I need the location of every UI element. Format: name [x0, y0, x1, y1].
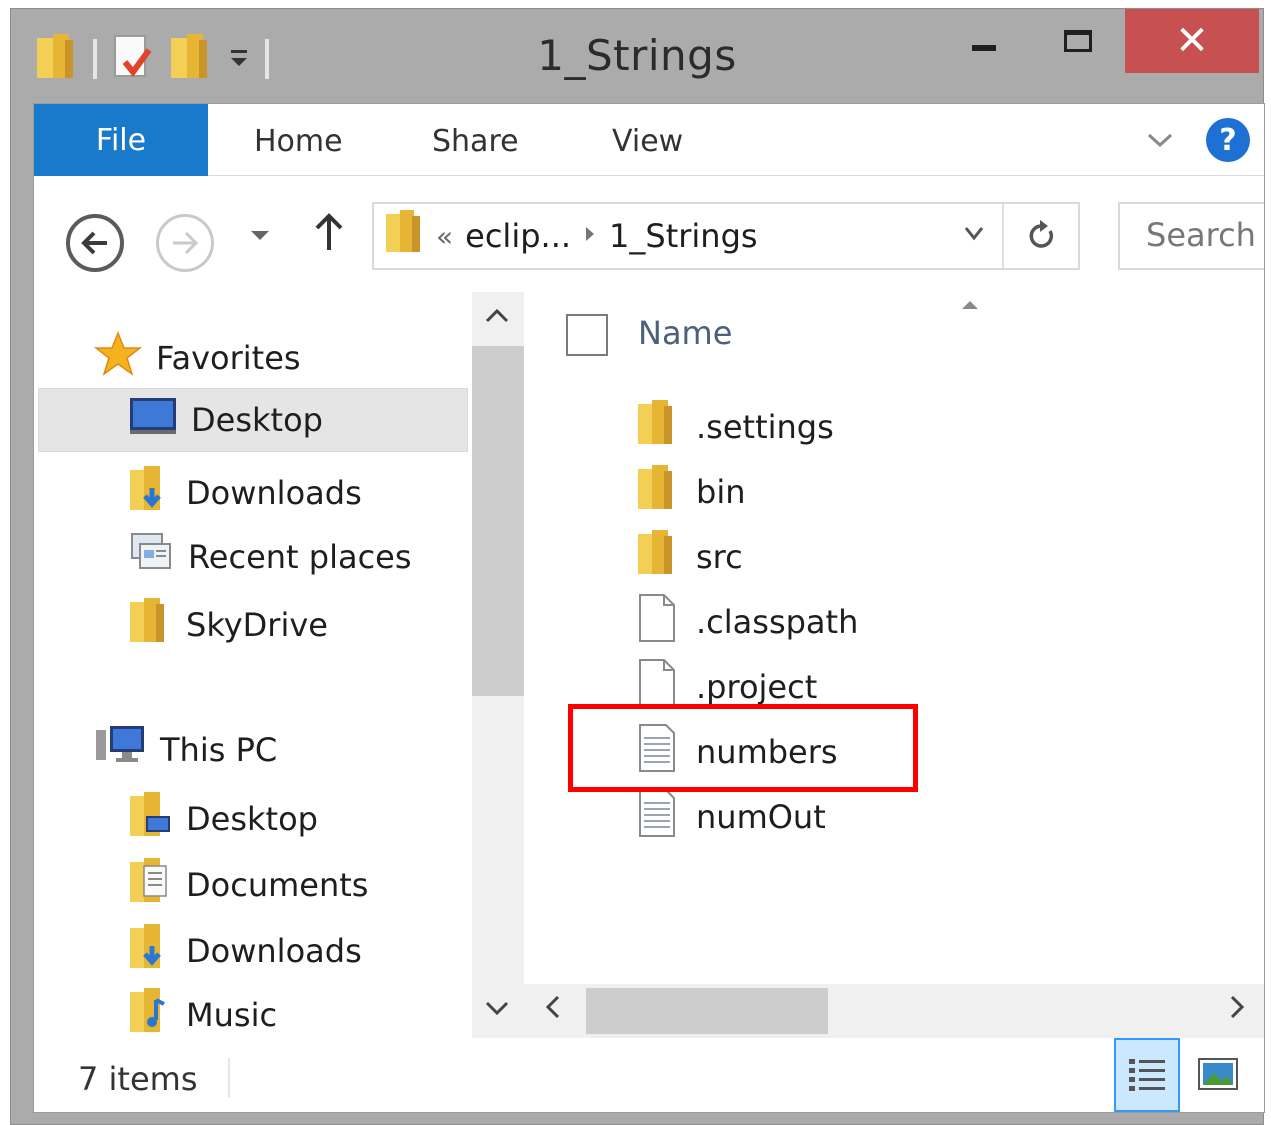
search-input[interactable]: Search: [1118, 202, 1264, 270]
breadcrumb-overflow[interactable]: «: [436, 220, 453, 253]
list-item[interactable]: .project: [636, 658, 817, 716]
minimize-icon: [972, 45, 996, 51]
tab-home[interactable]: Home: [254, 124, 343, 159]
scroll-thumb[interactable]: [472, 346, 524, 696]
navigation-pane: Favorites Desktop Downloads Recent place…: [34, 292, 524, 1038]
chevron-down-icon: [251, 231, 269, 240]
nav-fav-downloads[interactable]: Downloads: [128, 464, 362, 522]
refresh-icon: [1029, 220, 1054, 248]
text-file-icon: [636, 788, 678, 846]
item-count: 7 items: [78, 1060, 198, 1098]
computer-icon: [94, 724, 146, 776]
maximize-icon: [1064, 30, 1092, 52]
breadcrumb-chevron-icon[interactable]: [583, 224, 597, 248]
file-name: .settings: [696, 408, 834, 446]
scroll-left-icon[interactable]: [544, 994, 562, 1027]
file-name: .classpath: [696, 603, 859, 641]
status-divider: [228, 1058, 230, 1098]
file-name: numbers: [696, 733, 838, 771]
details-view-button[interactable]: [1114, 1038, 1180, 1112]
nav-this-pc[interactable]: This PC: [94, 724, 277, 776]
breadcrumb-item[interactable]: eclip...: [465, 217, 571, 255]
nav-fav-recent-places[interactable]: Recent places: [128, 530, 412, 584]
list-item[interactable]: bin: [636, 463, 745, 521]
scroll-thumb[interactable]: [586, 988, 828, 1034]
file-name: numOut: [696, 798, 826, 836]
minimize-button[interactable]: [937, 9, 1031, 73]
scroll-up-icon[interactable]: [484, 306, 510, 331]
explorer-window: 1_Strings ✕ File Home Share View ? « ecl…: [10, 8, 1265, 1125]
close-icon: ✕: [1175, 18, 1209, 64]
list-item[interactable]: .settings: [636, 398, 834, 456]
music-folder-icon: [128, 986, 172, 1044]
folder-icon: [636, 398, 678, 456]
nav-pane-scrollbar[interactable]: [472, 292, 524, 1038]
folder-icon: [636, 463, 678, 521]
recent-locations-button[interactable]: [248, 224, 272, 249]
sort-ascending-icon: [960, 296, 980, 315]
downloads-folder-icon: [128, 464, 172, 522]
nav-pc-desktop[interactable]: Desktop: [128, 790, 318, 848]
address-bar[interactable]: « eclip... 1_Strings: [372, 202, 1080, 270]
file-icon: [636, 593, 678, 651]
details-view-icon: [1129, 1059, 1165, 1091]
list-item[interactable]: src: [636, 528, 743, 586]
text-file-icon: [636, 723, 678, 781]
large-icons-view-button[interactable]: [1190, 1046, 1246, 1104]
help-button[interactable]: ?: [1206, 118, 1250, 162]
recent-places-icon: [128, 530, 174, 584]
arrow-up-icon: [315, 213, 343, 250]
large-icons-view-icon: [1198, 1058, 1238, 1090]
list-item[interactable]: .classpath: [636, 593, 858, 651]
list-item[interactable]: numbers: [636, 723, 838, 781]
folder-icon: [384, 208, 424, 264]
title-bar: 1_Strings ✕: [11, 9, 1263, 103]
nav-fav-skydrive[interactable]: SkyDrive: [128, 596, 328, 654]
arrow-left-icon: [81, 231, 107, 255]
desktop-icon: [129, 396, 177, 444]
tab-file[interactable]: File: [34, 104, 208, 176]
file-name: bin: [696, 473, 746, 511]
refresh-button[interactable]: [1002, 204, 1080, 268]
tab-view[interactable]: View: [612, 124, 683, 159]
close-button[interactable]: ✕: [1125, 9, 1259, 73]
select-all-checkbox[interactable]: [566, 314, 608, 356]
up-button[interactable]: [314, 212, 344, 262]
expand-ribbon-icon[interactable]: [1146, 124, 1174, 157]
file-list: Name .settings bin src .classpath .proje…: [524, 292, 1264, 984]
file-icon: [636, 658, 678, 716]
star-icon: [93, 330, 143, 386]
documents-folder-icon: [128, 856, 172, 914]
arrow-right-icon: [173, 231, 199, 255]
folder-icon: [128, 596, 172, 654]
maximize-button[interactable]: [1031, 9, 1125, 73]
folder-icon: [636, 528, 678, 586]
ribbon: File Home Share View ?: [34, 104, 1264, 176]
breadcrumb-item[interactable]: 1_Strings: [609, 217, 758, 255]
nav-pc-documents[interactable]: Documents: [128, 856, 368, 914]
window-content: File Home Share View ? « eclip... 1_Stri…: [33, 103, 1265, 1113]
forward-button[interactable]: [156, 214, 214, 272]
status-bar: 7 items: [34, 1038, 1264, 1112]
file-name: src: [696, 538, 743, 576]
nav-pc-music[interactable]: Music: [128, 986, 277, 1044]
back-button[interactable]: [66, 214, 124, 272]
tab-share[interactable]: Share: [432, 124, 519, 159]
scroll-right-icon[interactable]: [1228, 994, 1246, 1027]
address-dropdown-icon[interactable]: [962, 218, 986, 255]
nav-favorites[interactable]: Favorites: [93, 330, 301, 386]
nav-fav-desktop[interactable]: Desktop: [38, 388, 468, 452]
list-item[interactable]: numOut: [636, 788, 826, 846]
scroll-down-icon[interactable]: [484, 998, 510, 1023]
file-list-horizontal-scrollbar[interactable]: [524, 984, 1264, 1038]
column-header-name[interactable]: Name: [638, 314, 732, 352]
navigation-bar: « eclip... 1_Strings Search: [34, 176, 1264, 292]
file-name: .project: [696, 668, 818, 706]
desktop-folder-icon: [128, 790, 172, 848]
nav-pc-downloads[interactable]: Downloads: [128, 922, 362, 980]
downloads-folder-icon: [128, 922, 172, 980]
